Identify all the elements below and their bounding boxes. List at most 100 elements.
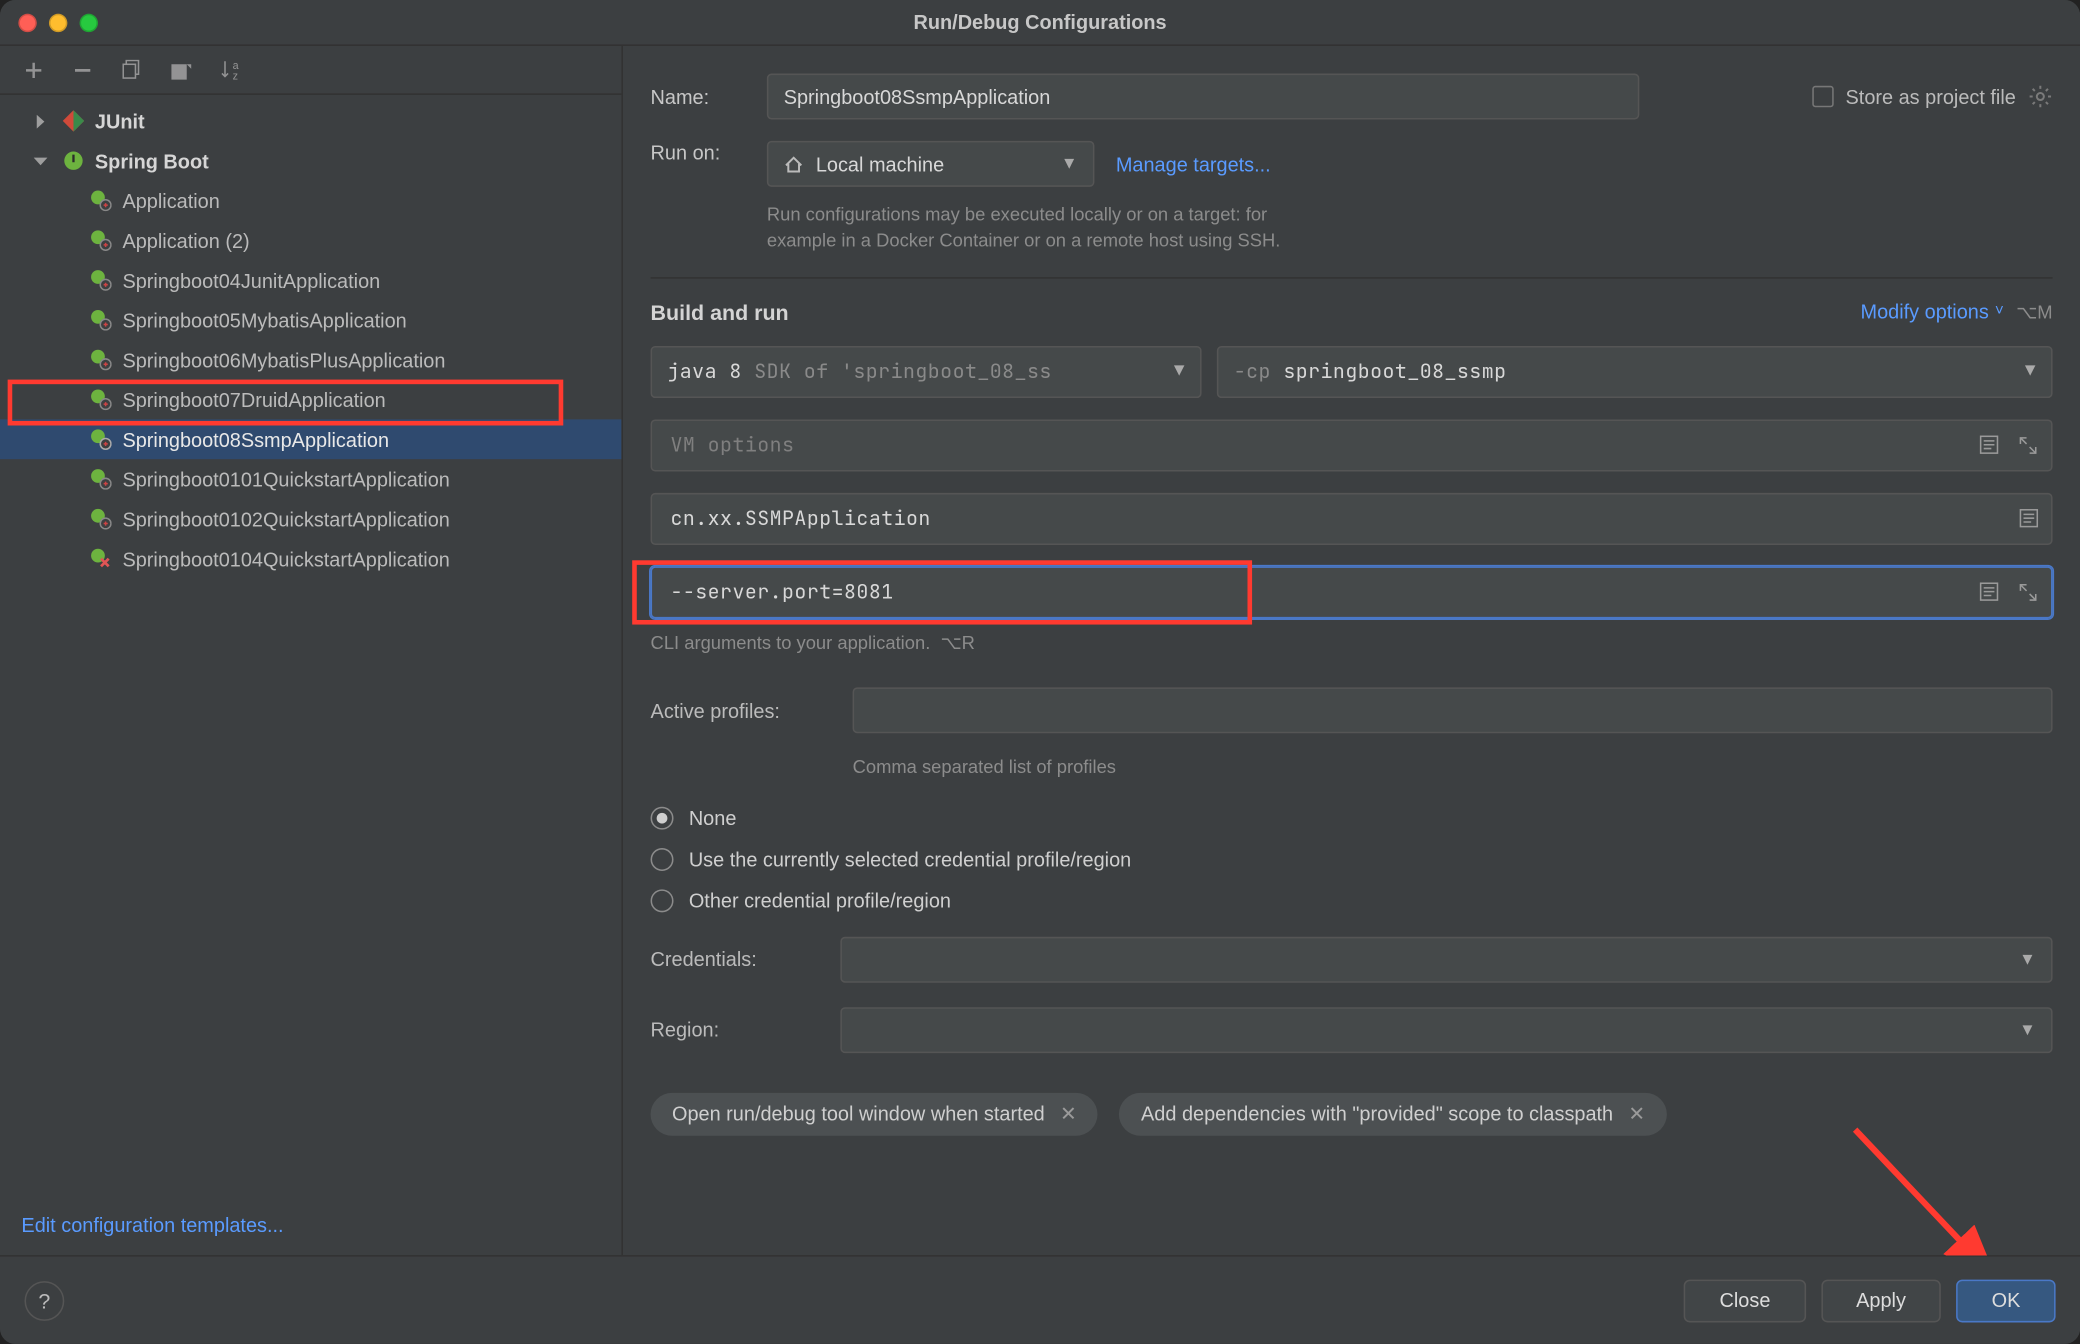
tree-label: Spring Boot [95, 149, 209, 172]
run-on-help-line: Run configurations may be executed local… [767, 202, 1281, 229]
region-label: Region: [651, 1018, 822, 1041]
edit-templates-link[interactable]: Edit configuration templates... [0, 1198, 621, 1255]
tree-item-selected[interactable]: Springboot08SsmpApplication [0, 419, 621, 459]
classpath-select[interactable]: -cp springboot_08_ssmp ▼ [1217, 346, 2053, 398]
cli-args-help: CLI arguments to your application. [651, 632, 931, 653]
dialog-footer: ? Close Apply OK [0, 1255, 2080, 1344]
springboot-run-icon [86, 468, 117, 489]
tree-item-label: Springboot05MybatisApplication [122, 308, 406, 331]
chevron-down-icon: ▼ [2019, 1020, 2036, 1038]
springboot-run-icon [86, 389, 117, 410]
cli-args-shortcut: ⌥R [940, 632, 974, 653]
credential-radio-group: None Use the currently selected credenti… [651, 806, 2053, 912]
history-icon[interactable] [1976, 433, 2000, 457]
tree-item-label: Springboot0101QuickstartApplication [122, 468, 449, 491]
main-class-input[interactable]: cn.xx.SSMPApplication [651, 493, 2053, 545]
titlebar: Run/Debug Configurations [0, 0, 2080, 46]
tree-item[interactable]: Springboot07DruidApplication [0, 380, 621, 420]
chevron-down-icon: ˅ [1995, 303, 2004, 320]
save-config-icon[interactable] [168, 57, 192, 81]
active-profiles-label: Active profiles: [651, 699, 853, 722]
remove-config-icon[interactable] [70, 57, 94, 81]
chevron-down-icon: ▼ [1061, 155, 1078, 173]
tree-item[interactable]: Springboot05MybatisApplication [0, 300, 621, 340]
window-title: Run/Debug Configurations [0, 11, 2080, 34]
springboot-error-icon [86, 548, 117, 569]
active-profiles-help: Comma separated list of profiles [853, 755, 2053, 782]
expand-icon[interactable] [2016, 433, 2040, 457]
credentials-label: Credentials: [651, 948, 822, 971]
run-on-select[interactable]: Local machine ▼ [767, 141, 1095, 187]
active-profiles-input[interactable] [853, 688, 2053, 734]
apply-button[interactable]: Apply [1821, 1279, 1941, 1322]
close-button[interactable]: Close [1684, 1279, 1805, 1322]
tree-item-label: Springboot08SsmpApplication [122, 428, 389, 451]
store-as-project-checkbox[interactable] [1812, 86, 1833, 107]
chevron-down-icon: ▼ [2025, 361, 2036, 382]
home-icon [784, 154, 804, 174]
run-on-label: Run on: [651, 141, 767, 164]
gear-icon[interactable] [2028, 84, 2052, 108]
help-button[interactable]: ? [24, 1280, 64, 1320]
ok-button[interactable]: OK [1956, 1279, 2055, 1322]
tree-item[interactable]: Application (2) [0, 220, 621, 260]
history-icon[interactable] [1976, 580, 2000, 604]
vm-options-input[interactable]: VM options [651, 419, 2053, 471]
manage-targets-link[interactable]: Manage targets... [1116, 152, 1271, 175]
tree-item-label: Application [122, 189, 219, 212]
springboot-run-icon [86, 190, 117, 211]
build-run-section-title: Build and run [651, 300, 789, 324]
name-input[interactable] [767, 73, 1639, 119]
annotation-arrow [1847, 1117, 2080, 1255]
tree-item-label: Springboot0104QuickstartApplication [122, 547, 449, 570]
copy-config-icon[interactable] [119, 57, 143, 81]
run-on-help-line: example in a Docker Container or on a re… [767, 229, 1281, 256]
option-pill-open-tool-window[interactable]: Open run/debug tool window when started✕ [651, 1092, 1099, 1135]
tree-item-label: Springboot06MybatisPlusApplication [122, 348, 445, 371]
expand-icon[interactable] [2016, 580, 2040, 604]
close-icon[interactable]: ✕ [1628, 1101, 1645, 1125]
tree-item-label: Springboot07DruidApplication [122, 388, 385, 411]
config-form: Name: Store as project file Run on: [623, 46, 2080, 1255]
chevron-down-icon[interactable] [28, 154, 52, 168]
radio-current-profile[interactable]: Use the currently selected credential pr… [651, 847, 2053, 870]
tree-node-springboot[interactable]: Spring Boot [0, 141, 621, 181]
credentials-select[interactable]: ▼ [840, 936, 2052, 982]
springboot-icon [58, 150, 89, 171]
program-arguments-input[interactable]: --server.port=8081 [651, 566, 2053, 618]
chevron-down-icon: ▼ [1174, 361, 1185, 382]
tree-node-junit[interactable]: JUnit [0, 101, 621, 141]
region-select[interactable]: ▼ [840, 1006, 2052, 1052]
junit-icon [58, 110, 89, 131]
tree-item[interactable]: Springboot0101QuickstartApplication [0, 459, 621, 499]
radio-none[interactable]: None [651, 806, 2053, 829]
tree-item[interactable]: Springboot0102QuickstartApplication [0, 499, 621, 539]
close-icon[interactable]: ✕ [1060, 1101, 1077, 1125]
option-pill-provided-deps[interactable]: Add dependencies with "provided" scope t… [1120, 1092, 1667, 1135]
history-icon[interactable] [2016, 506, 2040, 530]
springboot-run-icon [86, 508, 117, 529]
configurations-sidebar: az JUnit [0, 46, 623, 1255]
add-config-icon[interactable] [21, 57, 45, 81]
springboot-run-icon [86, 269, 117, 290]
tree-item-error[interactable]: Springboot0104QuickstartApplication [0, 539, 621, 579]
config-tree[interactable]: JUnit Spring Boot Application [0, 95, 621, 1199]
springboot-run-icon [86, 309, 117, 330]
springboot-run-icon [86, 349, 117, 370]
tree-item[interactable]: Application [0, 181, 621, 221]
tree-item-label: Springboot04JunitApplication [122, 269, 380, 292]
sidebar-toolbar: az [0, 46, 621, 95]
modify-options-link[interactable]: Modify options ˅ [1860, 300, 2003, 323]
sort-config-icon[interactable]: az [220, 57, 244, 81]
tree-label: JUnit [95, 109, 145, 132]
tree-item[interactable]: Springboot04JunitApplication [0, 260, 621, 300]
run-debug-window: Run/Debug Configurations az [0, 0, 2080, 1344]
tree-item[interactable]: Springboot06MybatisPlusApplication [0, 340, 621, 380]
springboot-run-icon [86, 230, 117, 251]
sdk-select[interactable]: java 8 SDK of 'springboot_08_ss ▼ [651, 346, 1202, 398]
name-label: Name: [651, 85, 767, 108]
chevron-right-icon[interactable] [28, 114, 52, 128]
run-on-value: Local machine [816, 152, 944, 175]
svg-text:z: z [233, 70, 238, 81]
radio-other-profile[interactable]: Other credential profile/region [651, 889, 2053, 912]
